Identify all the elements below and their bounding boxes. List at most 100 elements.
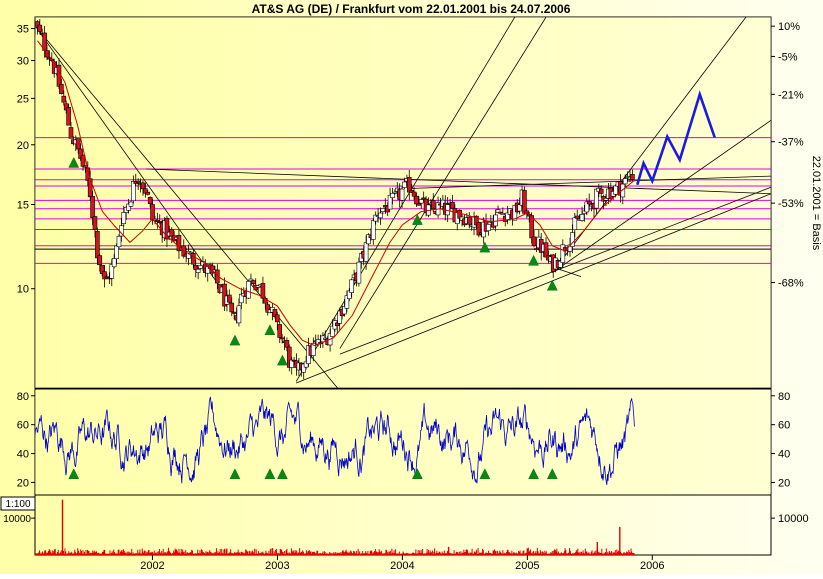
candle-body (80, 155, 86, 167)
candle-body (572, 217, 578, 230)
candle-body (522, 190, 527, 214)
candle-body (135, 180, 141, 183)
year-tick-label: 2006 (640, 560, 664, 572)
candle-body (121, 212, 127, 225)
candle-body (598, 188, 604, 194)
price-tick-label: 25 (17, 93, 29, 105)
candle-body (157, 221, 163, 223)
oscillator-plot (35, 390, 771, 494)
candle-body (251, 280, 256, 285)
chart-window: AT&S AG (DE) / Frankfurt vom 22.01.2001 … (0, 0, 823, 574)
candle-body (56, 64, 62, 87)
candle-body (68, 127, 74, 139)
oscillator-tick-label: 20 (17, 477, 29, 489)
candle-body (399, 188, 405, 201)
percent-tick-label: -68% (778, 278, 804, 290)
price-tick-label: 20 (17, 140, 29, 152)
candle-body (116, 235, 122, 248)
candle-body (231, 311, 237, 314)
candle-body (260, 283, 266, 299)
candle-body (402, 181, 407, 188)
oscillator-tick-label: 20 (778, 477, 790, 489)
oscillator-tick-label: 60 (17, 420, 29, 432)
oscillator-tick-label: 80 (778, 391, 790, 403)
oscillator-tick-label: 40 (17, 449, 29, 461)
candle-body (613, 185, 618, 195)
candle-body (414, 195, 419, 205)
candle-body (236, 305, 242, 324)
candle-body (579, 214, 585, 221)
candle-body (430, 200, 436, 210)
candle-body (378, 212, 383, 219)
candle-body (411, 191, 417, 197)
candle-body (284, 340, 290, 348)
oscillator-tick-label: 80 (17, 391, 29, 403)
candle-body (416, 203, 422, 206)
year-tick-label: 2004 (390, 560, 414, 572)
candle-body (275, 314, 280, 323)
candle-body (145, 191, 151, 195)
candle-body (531, 236, 537, 246)
price-panel-bg (35, 17, 771, 388)
candle-body (279, 337, 285, 340)
candle-body (131, 180, 136, 202)
percent-tick-label: -21% (778, 89, 804, 101)
year-tick-label: 2005 (515, 560, 539, 572)
candle-body (75, 138, 81, 150)
candle-body (406, 177, 412, 193)
candle-body (418, 199, 424, 204)
right-axis-label: 22.01.2001 = Basis (810, 156, 822, 251)
candle-body (574, 215, 580, 219)
candle-body (349, 279, 354, 293)
chart-title: AT&S AG (DE) / Frankfurt vom 22.01.2001 … (252, 2, 571, 16)
oscillator-tick-label: 40 (778, 449, 790, 461)
candle-body (392, 191, 398, 194)
candle-body (586, 201, 592, 205)
candle-body (390, 193, 395, 199)
candle-body (150, 204, 155, 220)
price-tick-label: 35 (17, 24, 29, 36)
candle-body (380, 208, 386, 212)
candle-body (630, 174, 635, 180)
candle-body (229, 302, 235, 313)
candle-body (227, 294, 232, 303)
candle-body (37, 24, 43, 32)
candle-body (90, 196, 95, 218)
volume-tick-label: 10000 (778, 513, 809, 525)
year-tick-label: 2003 (265, 560, 289, 572)
year-tick-label: 2002 (140, 560, 164, 572)
candle-body (111, 258, 117, 268)
candle-body (147, 197, 153, 204)
price-tick-label: 10 (17, 284, 29, 296)
candle-body (594, 188, 599, 209)
candle-body (356, 261, 362, 284)
candle-body (466, 216, 472, 225)
price-tick-label: 30 (17, 56, 29, 68)
volume-scale-badge: 1:100 (5, 499, 30, 510)
candle-body (493, 214, 498, 227)
volume-tick-label: 10000 (3, 514, 31, 525)
candle-body (363, 242, 369, 262)
candle-body (370, 220, 376, 240)
candle-body (277, 324, 283, 338)
percent-tick-label: 10% (778, 21, 800, 33)
percent-tick-label: -5% (778, 51, 798, 63)
percent-tick-label: -53% (778, 198, 804, 210)
candle-body (97, 255, 103, 266)
candle-body (66, 106, 71, 126)
candle-body (500, 213, 506, 216)
candle-body (61, 95, 67, 103)
candle-body (140, 182, 146, 190)
candle-body (59, 83, 64, 94)
candle-body (622, 178, 628, 185)
candle-body (95, 230, 100, 259)
candle-body (195, 268, 201, 273)
price-plot (35, 17, 771, 388)
candle-body (92, 216, 98, 230)
candle-body (534, 248, 539, 251)
candle-body (191, 253, 196, 265)
candle-body (450, 201, 455, 209)
candle-body (128, 201, 134, 207)
price-tick-label: 15 (17, 200, 29, 212)
candle-body (486, 224, 491, 232)
